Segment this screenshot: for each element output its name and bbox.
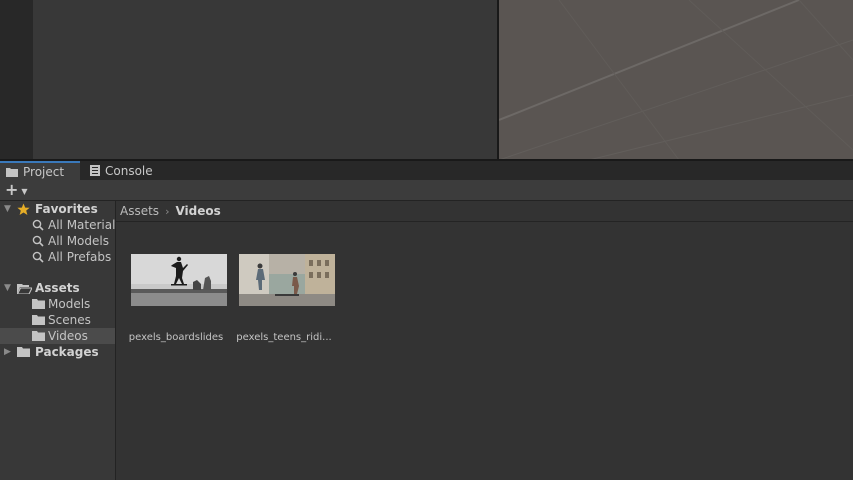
folder-icon xyxy=(32,315,45,325)
search-icon xyxy=(32,219,44,231)
hierarchy-strip xyxy=(0,0,33,160)
tree-label: Videos xyxy=(48,329,88,343)
tree-assets[interactable]: ▼ Assets xyxy=(0,280,115,296)
breadcrumb-assets[interactable]: Assets xyxy=(120,204,159,218)
tab-project[interactable]: Project xyxy=(0,161,80,180)
collapse-arrow-icon[interactable]: ▶ xyxy=(4,347,11,357)
tree-item-all-prefabs[interactable]: All Prefabs xyxy=(0,249,115,265)
search-icon xyxy=(32,235,44,247)
tree-item-all-models[interactable]: All Models xyxy=(0,233,115,249)
folder-icon xyxy=(32,331,45,341)
folder-icon xyxy=(17,347,30,357)
tree-label: All Materials xyxy=(48,218,115,232)
breadcrumb: Assets › Videos xyxy=(116,201,853,222)
tree-label: Assets xyxy=(35,281,80,295)
console-icon xyxy=(90,165,100,176)
tree-label: Scenes xyxy=(48,313,91,327)
tree-label: Favorites xyxy=(35,202,98,216)
asset-name: pexels_teens_ridi... xyxy=(236,332,332,343)
asset-name: pexels_boardslides xyxy=(128,332,224,343)
tree-item-scenes[interactable]: Scenes xyxy=(0,312,115,328)
inspector-panel xyxy=(33,0,497,160)
asset-item[interactable]: pexels_teens_ridi... xyxy=(224,254,335,343)
tab-console[interactable]: Console xyxy=(84,161,164,180)
folder-icon xyxy=(32,299,45,309)
star-icon xyxy=(17,203,30,216)
asset-item[interactable]: pexels_boardslides xyxy=(116,254,227,343)
open-folder-icon xyxy=(17,283,32,294)
tree-label: All Models xyxy=(48,234,109,248)
expand-arrow-icon[interactable]: ▼ xyxy=(4,204,11,214)
project-tree: ▼ Favorites All Materials All Models All… xyxy=(0,201,115,480)
tree-label: Packages xyxy=(35,345,99,359)
add-button[interactable]: + ▼ xyxy=(5,182,33,198)
scene-grid xyxy=(499,0,853,160)
project-toolbar: + ▼ xyxy=(0,180,853,201)
tab-bar: Project Console xyxy=(0,161,853,180)
search-icon xyxy=(32,251,44,263)
asset-browser: Assets › Videos pexels_boardslides pexel… xyxy=(116,201,853,480)
tree-favorites[interactable]: ▼ Favorites xyxy=(0,201,115,217)
tree-item-all-materials[interactable]: All Materials xyxy=(0,217,115,233)
tree-label: Models xyxy=(48,297,91,311)
video-thumbnail xyxy=(239,254,335,306)
folder-icon xyxy=(6,167,18,177)
tree-packages[interactable]: ▶ Packages xyxy=(0,344,115,360)
chevron-right-icon: › xyxy=(165,204,170,218)
tree-label: All Prefabs xyxy=(48,250,112,264)
scene-view[interactable] xyxy=(499,0,853,160)
tab-label: Console xyxy=(105,163,153,178)
breadcrumb-current[interactable]: Videos xyxy=(175,204,220,218)
tab-label: Project xyxy=(23,164,65,179)
chevron-down-icon: ▼ xyxy=(21,186,28,196)
plus-icon: + xyxy=(5,180,19,199)
expand-arrow-icon[interactable]: ▼ xyxy=(4,283,11,293)
video-thumbnail xyxy=(131,254,227,306)
tree-item-models[interactable]: Models xyxy=(0,296,115,312)
tree-item-videos[interactable]: Videos xyxy=(0,328,115,344)
